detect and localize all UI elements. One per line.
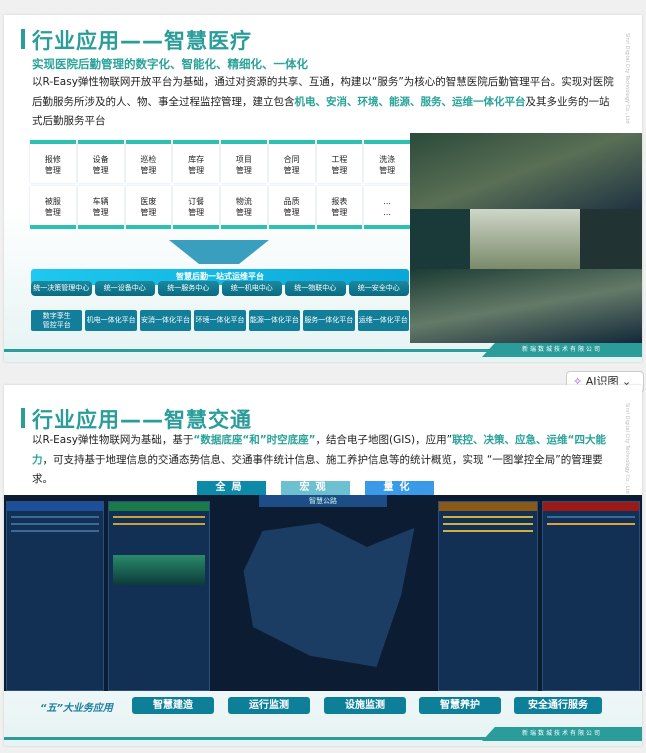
center-pill: 统一决策管理中心 <box>31 281 92 296</box>
platform-box: 数字孪生 管控平台 <box>31 310 83 331</box>
watermark: Sinri Digital City Technology Co., Ltd <box>624 403 630 494</box>
description: 以R-Easy弹性物联网开放平台为基础，通过对资源的共享、互通，构建以“服务”为… <box>32 76 614 127</box>
module-cell: 工程 管理 <box>316 140 363 183</box>
panel-engineering <box>438 501 538 691</box>
center-pill: 统一机电中心 <box>221 281 282 296</box>
center-pill: 统一设备中心 <box>94 281 155 296</box>
platform-box: 机电一体化平台 <box>85 310 137 331</box>
slide-title: 行业应用——智慧交通 <box>21 404 252 434</box>
slide-smart-traffic: 行业应用——智慧交通 Sinri Digital City Technology… <box>4 385 642 746</box>
panel-left <box>6 501 104 691</box>
overall-button[interactable]: 全局 <box>197 481 266 495</box>
center-pill: 统一服务中心 <box>158 281 219 296</box>
business-facility-monitoring[interactable]: 设施监测 <box>324 697 406 714</box>
dashboard-title: 智慧公路 <box>259 495 387 507</box>
platform-box: 运维一体化平台 <box>357 310 409 331</box>
module-cell: 物流 管理 <box>221 186 267 229</box>
centers-row: 统一决策管理中心 统一设备中心 统一服务中心 统一机电中心 统一物联中心 统一安全中心 <box>31 281 409 296</box>
five-business-label: “五”大业务应用 <box>40 703 113 714</box>
module-cell: 巡检 管理 <box>125 140 172 183</box>
module-cell: 医废 管理 <box>125 186 172 229</box>
module-cell: ... ... <box>364 186 410 229</box>
business-smart-maintenance[interactable]: 智慧养护 <box>419 697 501 714</box>
platform-box: 环境一体化平台 <box>194 310 246 331</box>
macro-button[interactable]: 宏观 <box>281 481 350 495</box>
module-cell: 车辆 管理 <box>77 186 124 229</box>
slide-title: 行业应用——智慧医疗 <box>21 25 252 55</box>
medical-dashboard-screenshot <box>410 133 642 343</box>
module-cell: 报修 管理 <box>30 140 76 183</box>
watermark: Sinri Digital City Technology Co., Ltd <box>624 33 630 124</box>
platform-box: 服务一体化平台 <box>303 310 355 331</box>
module-grid: 报修 管理 设备 管理 巡检 管理 库存 管理 项目 管理 合同 管理 工程 管理 洗涤 管理… <box>30 140 410 229</box>
funnel-arrow <box>169 240 269 264</box>
center-pill: 统一物联中心 <box>285 281 346 296</box>
module-cell: 合同 管理 <box>268 140 315 183</box>
traffic-dashboard-screenshot: 智慧公路 <box>4 495 642 691</box>
module-cell: 库存 管理 <box>173 140 219 183</box>
platform-box: 能源一体化平台 <box>248 310 301 331</box>
platforms-row: 数字孪生 管控平台 机电一体化平台 安消一体化平台 环境一体化平台 能源一体化平台 服务一… <box>31 310 409 331</box>
platform-box: 安消一体化平台 <box>139 310 192 331</box>
module-cell: 订餐 管理 <box>173 186 219 229</box>
module-cell: 品质 管理 <box>268 186 315 229</box>
module-cell: 报表 管理 <box>316 186 363 229</box>
module-cell: 被服 管理 <box>30 186 76 229</box>
map <box>243 523 415 667</box>
business-safe-travel-service[interactable]: 安全通行服务 <box>514 697 602 714</box>
business-operation-monitoring[interactable]: 运行监测 <box>228 697 310 714</box>
module-cell: 洗涤 管理 <box>364 140 410 183</box>
panel-maintenance <box>108 501 210 691</box>
module-cell: 设备 管理 <box>77 140 124 183</box>
panel-service <box>542 501 640 691</box>
slide-smart-medical: 行业应用——智慧医疗 Sinri Digital City Technology… <box>4 15 642 362</box>
center-pill: 统一安全中心 <box>348 281 409 296</box>
module-cell: 项目 管理 <box>221 140 267 183</box>
subtitle: 实现医院后勤管理的数字化、智能化、精细化、一体化 <box>32 57 308 71</box>
quantify-button[interactable]: 量化 <box>365 481 434 495</box>
business-smart-construction[interactable]: 智慧建造 <box>132 697 214 714</box>
